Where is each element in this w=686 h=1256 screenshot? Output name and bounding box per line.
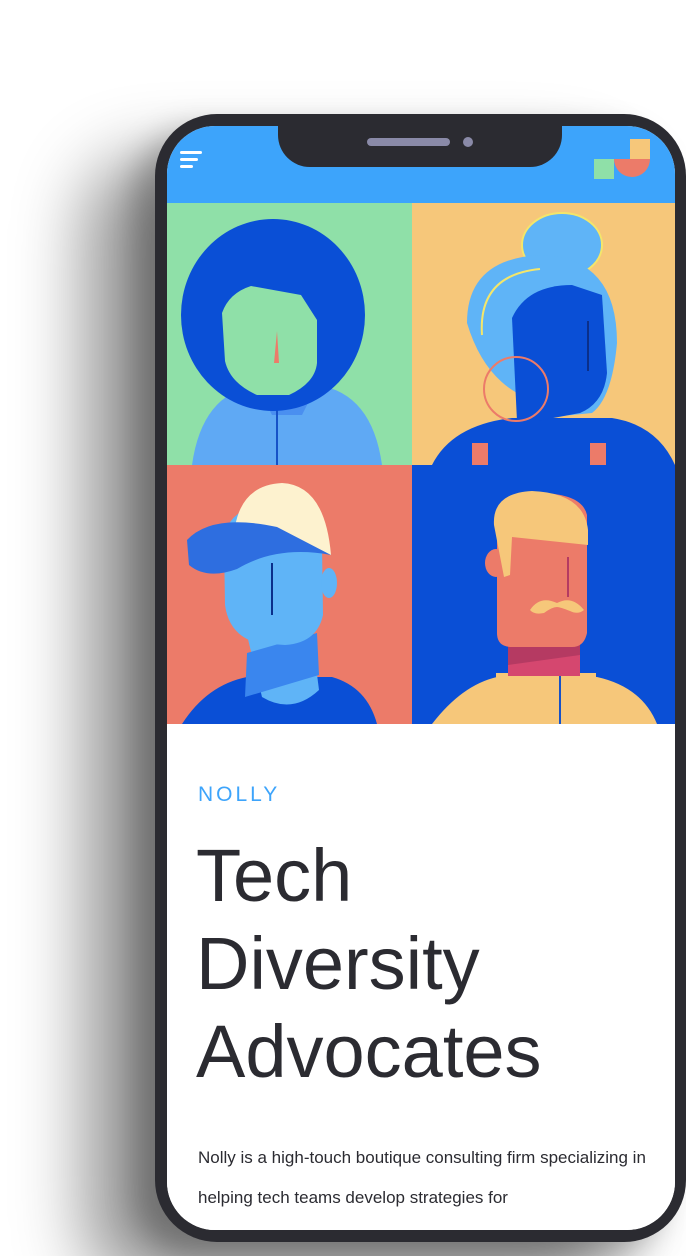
portrait-woman-bun bbox=[412, 203, 675, 465]
portrait-woman-bob bbox=[167, 203, 412, 465]
intro-paragraph: Nolly is a high-touch boutique consultin… bbox=[198, 1148, 646, 1207]
portrait-man-cap bbox=[167, 465, 412, 724]
portrait-grid bbox=[167, 203, 675, 724]
hamburger-menu-icon[interactable] bbox=[180, 151, 202, 169]
speaker-grille bbox=[367, 138, 450, 146]
brand-label: NOLLY bbox=[198, 783, 281, 806]
nolly-logo-icon[interactable] bbox=[594, 139, 652, 181]
front-camera bbox=[463, 137, 473, 147]
phone-screen: NOLLY Tech Diversity Advocates Nolly is … bbox=[167, 126, 675, 1230]
page-headline: Tech Diversity Advocates bbox=[196, 834, 542, 1093]
portrait-man-mustache bbox=[412, 465, 675, 724]
content-section: NOLLY Tech Diversity Advocates Nolly is … bbox=[167, 724, 675, 1230]
